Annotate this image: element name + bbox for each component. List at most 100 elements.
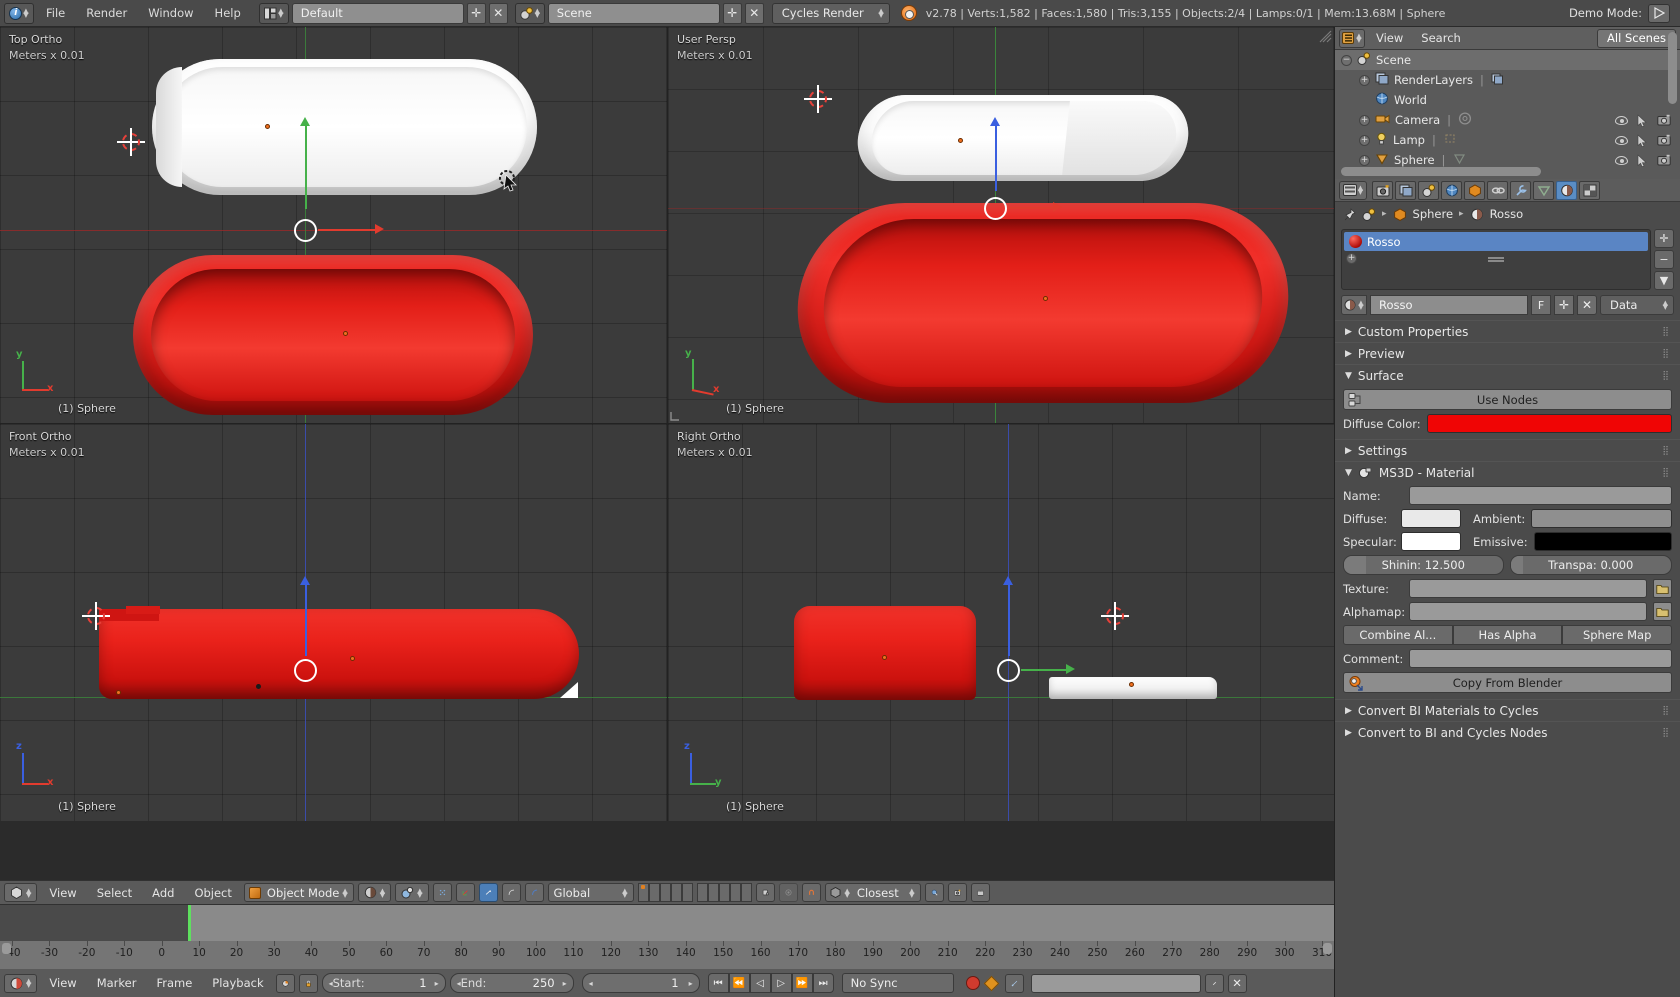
menu-help[interactable]: Help — [206, 4, 250, 22]
translate-manipulator-button[interactable] — [455, 883, 475, 902]
transform-manipulator-origin[interactable] — [294, 219, 317, 242]
panel-custom-properties[interactable]: ▶ Custom Properties ⣿ — [1335, 320, 1680, 342]
snap-magnet-button[interactable] — [801, 883, 821, 902]
combine-alpha-button[interactable]: Combine Al... — [1343, 625, 1453, 645]
manipulator-extra-button[interactable] — [524, 883, 544, 902]
layer-cell[interactable] — [648, 883, 660, 902]
scene-browse-button[interactable]: ▲ ▼ — [514, 2, 545, 24]
keying-set-field[interactable] — [1030, 973, 1201, 993]
info-editor-type-button[interactable]: i ▲ ▼ — [4, 2, 34, 24]
jump-to-start-button[interactable]: ⏮ — [707, 973, 729, 993]
end-frame-field[interactable]: ◂ End: 250 ▸ — [449, 973, 574, 993]
viewport-menu-select[interactable]: Select — [89, 884, 140, 902]
panel-grip[interactable]: ⣿ — [1662, 468, 1670, 478]
outliner-subdata-icon[interactable] — [1443, 132, 1458, 148]
material-specials-button[interactable]: ▼ — [1654, 271, 1674, 290]
viewport-top-ortho[interactable]: y x Top Ortho Meters x 0.01 (1) Sphere — [0, 27, 668, 424]
scale-manipulator-button[interactable] — [501, 883, 521, 902]
interaction-mode-dropdown[interactable]: Object Mode ▲ ▼ — [243, 883, 354, 902]
panel-ms3d-material[interactable]: ▼ MS3D - Material ⣿ — [1335, 461, 1680, 483]
demo-mode-play-button[interactable] — [1648, 3, 1670, 23]
eye-icon[interactable] — [1615, 155, 1628, 165]
alphamap-file-browse-button[interactable] — [1653, 602, 1672, 621]
layer-cell[interactable] — [670, 883, 682, 902]
3d-cursor[interactable] — [117, 128, 145, 156]
cursor-arrow-icon[interactable] — [1637, 133, 1648, 147]
transform-manipulator-origin[interactable] — [997, 659, 1020, 682]
outliner-display-mode[interactable]: All Scenes — [1597, 28, 1676, 48]
current-frame-field[interactable]: ◂ 1 ▸ — [581, 973, 700, 993]
has-alpha-button[interactable]: Has Alpha — [1452, 625, 1563, 645]
keying-set-remove-button[interactable]: ✕ — [1227, 973, 1247, 993]
tab-texture[interactable] — [1579, 180, 1600, 200]
lock-time-button[interactable] — [298, 973, 318, 993]
viewport-shading-dropdown[interactable]: ▲ ▼ — [357, 883, 392, 902]
breadcrumb-material-name[interactable]: Rosso — [1490, 207, 1524, 221]
camera-icon[interactable] — [1657, 154, 1671, 166]
object-white-slab[interactable] — [1049, 677, 1217, 699]
material-slot-list[interactable]: Rosso + — [1341, 229, 1651, 290]
outliner-item-renderlayers[interactable]: + RenderLayers | — [1335, 70, 1680, 90]
panel-convert-bi-materials[interactable]: ▶ Convert BI Materials to Cycles ⣿ — [1335, 699, 1680, 721]
tab-world[interactable] — [1441, 180, 1462, 200]
manipulator-toggle-button[interactable] — [432, 883, 452, 902]
add-icon[interactable]: + — [1346, 252, 1357, 264]
cursor-arrow-icon[interactable] — [1637, 153, 1648, 167]
timeline-scrollbar-left[interactable] — [2, 943, 11, 954]
outliner-menu-view[interactable]: View — [1369, 29, 1410, 47]
timeline-menu-frame[interactable]: Frame — [148, 974, 200, 992]
outliner-tree[interactable]: − Scene + RenderLayers | World + Camera | + Lamp | +… — [1335, 50, 1680, 179]
use-nodes-button[interactable]: Use Nodes — [1343, 389, 1672, 410]
manipulator-arrow-x[interactable] — [1053, 202, 1062, 212]
timeline-playhead[interactable] — [188, 905, 191, 941]
texture-file-browse-button[interactable] — [1653, 579, 1672, 598]
pin-icon[interactable] — [1343, 207, 1356, 221]
ms3d-texture-field[interactable] — [1409, 579, 1647, 598]
object-red-capsule[interactable] — [791, 203, 1295, 403]
camera-icon[interactable] — [1657, 134, 1671, 146]
rotate-manipulator-button[interactable] — [478, 883, 498, 902]
tab-modifiers[interactable] — [1510, 180, 1531, 200]
layer-cell[interactable] — [707, 883, 719, 902]
snap-peel-button[interactable] — [924, 883, 944, 902]
manipulator-arrow-z[interactable] — [300, 576, 310, 585]
manipulator-axis-x[interactable] — [1008, 207, 1056, 209]
layer-cell[interactable] — [718, 883, 730, 902]
delete-scene-button[interactable]: ✕ — [744, 2, 764, 24]
manipulator-axis-z[interactable] — [1008, 584, 1010, 656]
manipulator-arrow-y[interactable] — [300, 117, 310, 126]
outliner-scrollbar-vertical[interactable] — [1668, 32, 1677, 104]
menu-render[interactable]: Render — [77, 4, 136, 22]
transparency-slider[interactable]: Transpa: 0.000 — [1509, 555, 1672, 575]
object-cube-icon[interactable] — [1393, 207, 1407, 221]
tab-object[interactable] — [1464, 180, 1485, 200]
ms3d-name-field[interactable] — [1409, 486, 1672, 505]
render-opengl-animation-button[interactable] — [970, 883, 990, 902]
manipulator-arrow-z[interactable] — [1003, 576, 1013, 585]
expand-toggle[interactable]: + — [1359, 134, 1370, 146]
ms3d-ambient-swatch[interactable] — [1531, 509, 1672, 528]
object-red-slab[interactable] — [99, 609, 579, 699]
timeline-ruler[interactable]: -40 -30 -20 -10 0 10 20 30 40 50 60 70 80 90 100 110 120… — [0, 941, 1334, 969]
viewport-menu-view[interactable]: View — [41, 884, 84, 902]
panel-settings[interactable]: ▶ Settings ⣿ — [1335, 439, 1680, 461]
transform-orientation-dropdown[interactable]: Global ▲ ▼ — [547, 883, 634, 902]
proportional-edit-button[interactable] — [778, 883, 798, 902]
fake-user-button[interactable]: F — [1531, 295, 1551, 315]
copy-from-blender-button[interactable]: Copy From Blender — [1343, 672, 1672, 693]
timeline-editor[interactable]: -40 -30 -20 -10 0 10 20 30 40 50 60 70 80 90 100 110 120… — [0, 904, 1334, 969]
manipulator-axis-x[interactable] — [318, 229, 378, 231]
sphere-map-button[interactable]: Sphere Map — [1562, 625, 1673, 645]
outliner-editor-type-button[interactable]: ▲ ▼ — [1339, 28, 1365, 48]
layer-cell[interactable] — [740, 883, 752, 902]
manipulator-arrow-x[interactable] — [375, 224, 384, 234]
previous-keyframe-button[interactable]: ⏪ — [728, 973, 750, 993]
panel-grip[interactable]: ⣿ — [1662, 327, 1670, 337]
outliner-item-scene[interactable]: − Scene — [1335, 50, 1680, 70]
panel-grip[interactable]: ⣿ — [1662, 706, 1670, 716]
new-material-button[interactable]: ✛ — [1554, 295, 1574, 315]
scene-layers-widget-2[interactable] — [696, 883, 752, 902]
3d-cursor[interactable] — [804, 85, 832, 113]
tab-material[interactable] — [1556, 180, 1577, 200]
outliner-subdata-icon[interactable] — [1491, 73, 1504, 88]
